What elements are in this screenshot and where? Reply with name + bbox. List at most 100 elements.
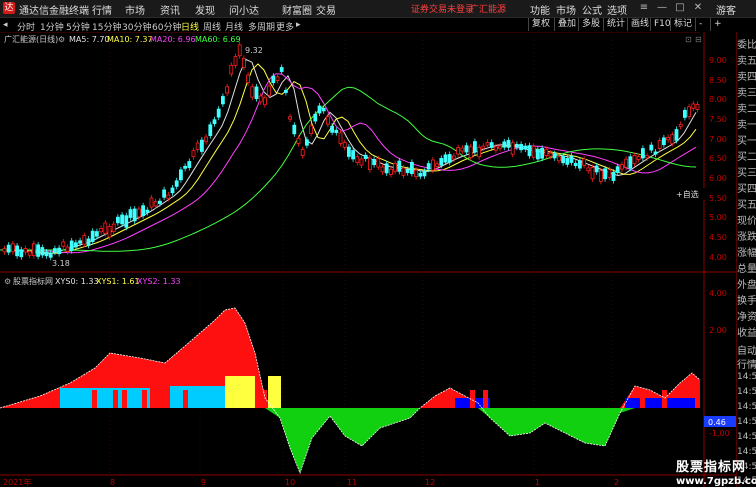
- low-label: 3.18: [52, 259, 70, 268]
- rp-ask3: 卖三: [737, 88, 756, 99]
- ma5-label: MA5: 7.70: [69, 35, 110, 44]
- minimize-icon[interactable]: —: [654, 1, 670, 15]
- x-label: 12: [425, 478, 435, 487]
- indicator-title: 股票指标网: [13, 276, 53, 286]
- overlay-button[interactable]: 叠加: [554, 18, 579, 31]
- y-tick: 9.00: [709, 56, 727, 65]
- x-label: 2021年: [3, 477, 31, 487]
- menu-formula[interactable]: 公式: [582, 2, 602, 17]
- rp-tick-time: 14:50: [737, 372, 756, 382]
- current-value: 0.46: [708, 418, 726, 427]
- rp-price: 现价: [737, 216, 756, 227]
- x-label: 2: [614, 478, 619, 487]
- ind-y-tick: -1.00: [709, 429, 730, 438]
- rp-tick-time: 14:50: [737, 432, 756, 442]
- ma10-label: MA10: 7.37: [107, 35, 153, 44]
- high-label: 9.32: [245, 46, 263, 55]
- main-legend-title: 广汇能源(日线): [4, 34, 58, 44]
- menu-fortune[interactable]: 财富圈: [282, 2, 312, 17]
- zoom-in-button[interactable]: +: [710, 18, 725, 31]
- rp-net-assets: 净资: [737, 312, 756, 323]
- menu-options[interactable]: 选项: [607, 2, 627, 17]
- draw-line-button[interactable]: 画线: [627, 18, 652, 31]
- x-label: 8: [110, 478, 115, 487]
- multi-stock-button[interactable]: 多股: [578, 18, 603, 31]
- rp-bid-ratio: 委比: [737, 40, 756, 51]
- y-tick: 6.50: [709, 154, 727, 163]
- rp-bid1: 买一: [737, 136, 756, 147]
- rp-tick-time: 14:50: [737, 387, 756, 397]
- more-chevron-icon[interactable]: ▸: [296, 20, 301, 30]
- user-label[interactable]: 游客: [716, 2, 736, 17]
- menu-trade[interactable]: 交易: [316, 2, 336, 17]
- x-label: 1: [535, 478, 540, 487]
- watermark: 股票指标网 www.7gpzb.com: [676, 456, 756, 487]
- x-label: 10: [285, 478, 295, 487]
- menu-quotes[interactable]: 行情: [92, 2, 112, 17]
- y-tick: 6.00: [709, 174, 727, 183]
- adjust-button[interactable]: 复权: [528, 18, 553, 31]
- title-bar: 达 通达信金融终端 行情 市场 资讯 发现 问小达 财富圈 交易 证券交易未登录…: [0, 0, 756, 18]
- rp-volume: 总量: [737, 264, 756, 275]
- rp-ask1: 卖一: [737, 120, 756, 131]
- rp-auto[interactable]: 自动: [737, 342, 756, 357]
- rp-tick-time: 14:50: [737, 402, 756, 412]
- indicator-area: [0, 307, 701, 475]
- rp-bid2: 买二: [737, 152, 756, 163]
- menu-discover[interactable]: 发现: [195, 2, 215, 17]
- xys2-label: XYS2: 1.33: [137, 277, 181, 286]
- y-tick: 4.50: [709, 233, 727, 242]
- period-pin-icon[interactable]: ◂: [3, 20, 8, 30]
- y-tick: 5.50: [709, 194, 727, 203]
- rp-change-pct: 涨幅: [737, 248, 756, 259]
- close-icon[interactable]: ✕: [690, 1, 706, 15]
- rp-ask2: 卖二: [737, 104, 756, 115]
- indicator-settings-icon[interactable]: ⚙: [4, 277, 11, 286]
- rp-ask5: 卖五: [737, 56, 756, 67]
- main-y-ticks: 9.00 8.50 8.00 7.50 7.00 6.50 6.00 5.50 …: [709, 56, 727, 262]
- menu-function[interactable]: 功能: [530, 2, 550, 17]
- rp-ask4: 卖四: [737, 72, 756, 83]
- y-tick: 4.00: [709, 253, 727, 262]
- y-tick: 7.50: [709, 115, 727, 124]
- menu-icon[interactable]: ≡: [636, 1, 652, 15]
- app-logo: 达: [3, 2, 15, 14]
- menu-market2[interactable]: 市场: [556, 2, 576, 17]
- mark-button[interactable]: 标记: [670, 18, 695, 31]
- stock-name-link[interactable]: 广汇能源: [470, 2, 506, 15]
- menu-market[interactable]: 市场: [125, 2, 145, 17]
- zoom-out-button[interactable]: -: [695, 18, 705, 31]
- rp-bid5: 买五: [737, 200, 756, 211]
- expand-icon[interactable]: ⊡: [685, 35, 692, 44]
- rp-tick-time: 14:50: [737, 417, 756, 427]
- rp-quotes[interactable]: 行情: [737, 356, 756, 371]
- legend-settings-icon[interactable]: ⚙: [58, 35, 65, 44]
- stats-button[interactable]: 统计: [603, 18, 628, 31]
- trade-login-link[interactable]: 证券交易未登录: [411, 2, 474, 15]
- rp-change: 涨跌: [737, 232, 756, 243]
- xys0-label: XYS0: 1.33: [55, 277, 99, 286]
- xys1-label: XYS1: 1.61: [96, 277, 140, 286]
- menu-news[interactable]: 资讯: [160, 2, 180, 17]
- watermark-line1: 股票指标网: [676, 460, 747, 475]
- app-title: 通达信金融终端: [19, 6, 89, 17]
- x-label: 11: [347, 478, 357, 487]
- y-tick: 8.50: [709, 76, 727, 85]
- self-select-button[interactable]: +自选: [676, 189, 699, 199]
- watermark-line2: www.7gpzb.com: [676, 476, 756, 487]
- y-tick: 5.00: [709, 213, 727, 222]
- rp-bid4: 买四: [737, 184, 756, 195]
- y-tick: 8.00: [709, 95, 727, 104]
- ind-y-tick: 4.00: [709, 289, 727, 298]
- ma20-label: MA20: 6.96: [150, 35, 196, 44]
- y-tick: 7.00: [709, 135, 727, 144]
- ind-y-tick: 2.00: [709, 326, 727, 335]
- candles: [2, 41, 700, 261]
- maximize-icon[interactable]: □: [672, 1, 688, 15]
- rp-bid3: 买三: [737, 168, 756, 179]
- quote-panel: 委比 卖五 卖四 卖三 卖二 卖一 买一 买二 买三 买四 买五 现价 涨跌 涨…: [736, 32, 756, 487]
- rp-outer: 外盘: [737, 280, 756, 291]
- menu-ask[interactable]: 问小达: [229, 2, 259, 17]
- chart-canvas[interactable]: 广汇能源(日线) ⚙ MA5: 7.70 MA10: 7.37 MA20: 6.…: [0, 32, 736, 487]
- collapse-icon[interactable]: ⊟: [695, 35, 702, 44]
